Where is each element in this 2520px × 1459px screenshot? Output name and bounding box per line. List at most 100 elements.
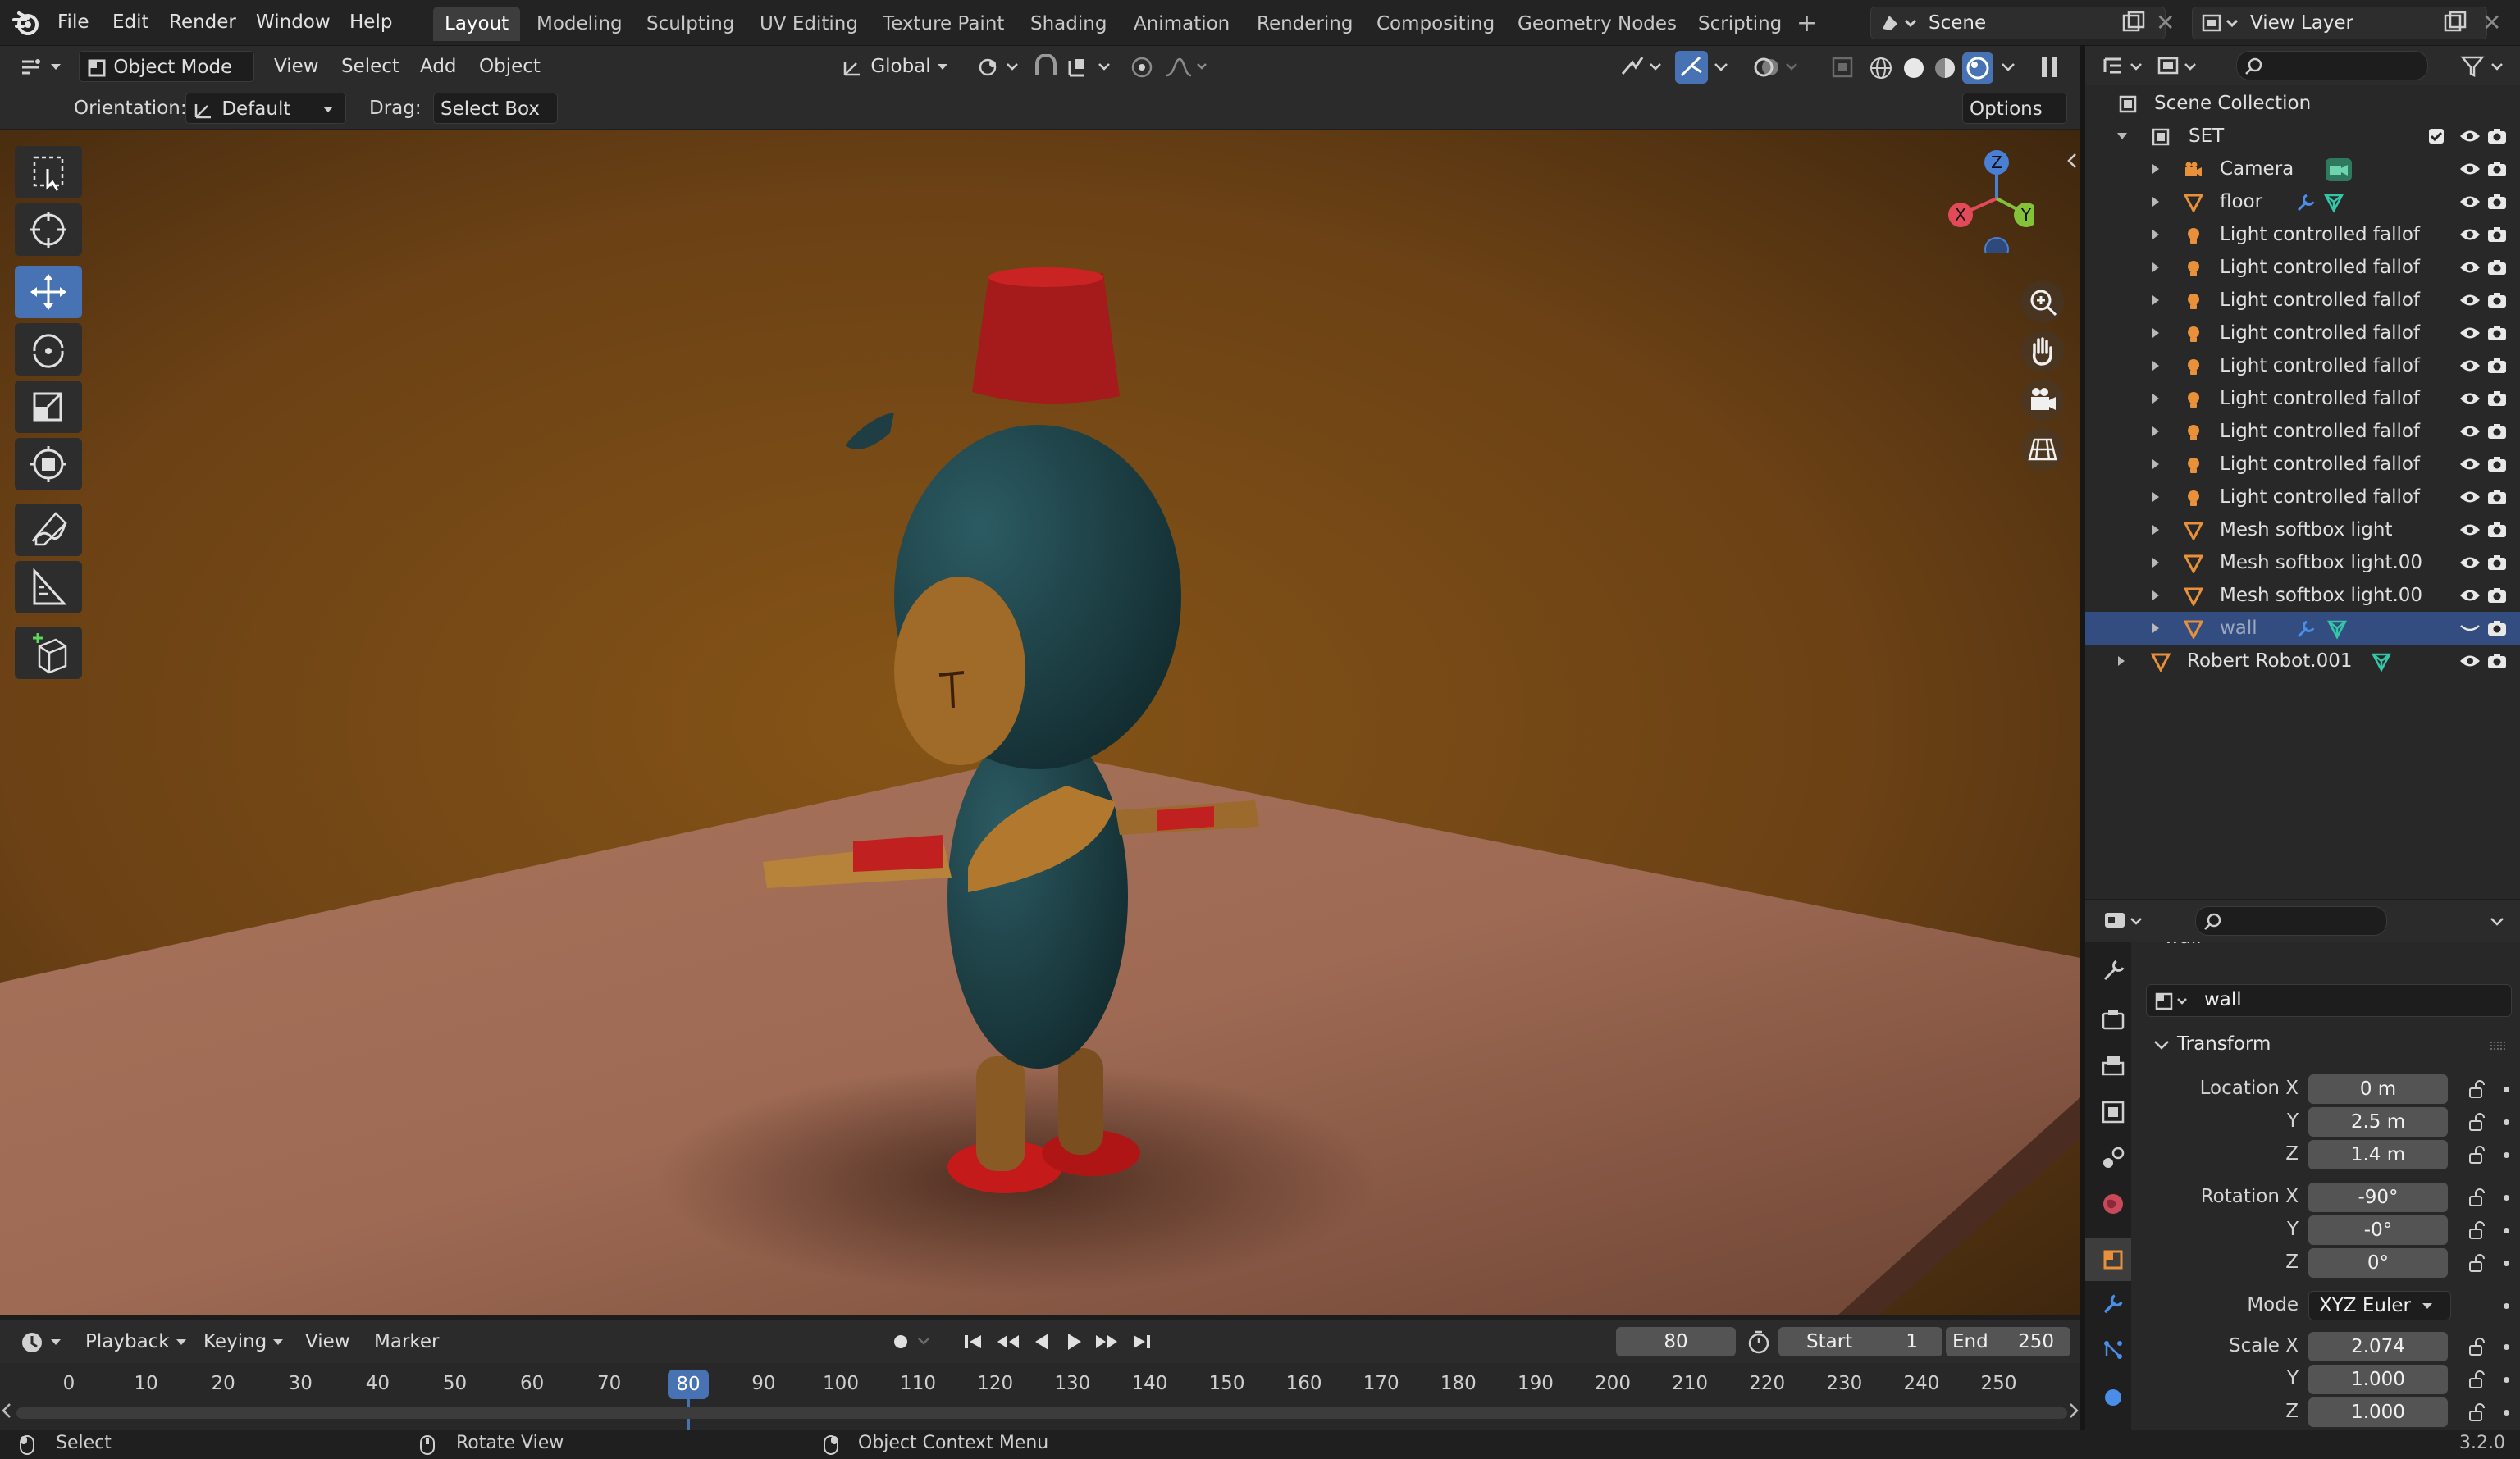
outliner-item[interactable]: Light controlled fallof <box>2085 415 2520 448</box>
world-tab-icon[interactable] <box>2098 1189 2128 1219</box>
orientation-dropdown[interactable]: Default <box>185 93 346 124</box>
drag-handle-icon[interactable] <box>2489 1040 2509 1051</box>
outliner-collection-set[interactable]: SET <box>2085 120 2520 153</box>
render-camera-icon[interactable] <box>2487 522 2507 538</box>
gizmo-toggle-button[interactable] <box>1675 51 1708 84</box>
keyframe-dot[interactable] <box>2504 1087 2509 1092</box>
visibility-eye-icon[interactable] <box>2459 194 2481 209</box>
menu-render[interactable]: Render <box>161 7 244 38</box>
location-y-field[interactable]: 2.5 m <box>2308 1107 2448 1137</box>
outliner-editor-type-icon[interactable] <box>2102 54 2148 79</box>
render-camera-icon[interactable] <box>2487 161 2507 177</box>
outliner-item[interactable]: wall <box>2085 612 2520 645</box>
tab-texture-paint[interactable]: Texture Paint <box>871 7 1016 41</box>
mesh-data-icon[interactable] <box>2323 192 2344 213</box>
render-camera-icon[interactable] <box>2487 653 2507 669</box>
select-box-tool-button[interactable] <box>15 146 82 198</box>
outliner-robot-row[interactable]: Robert Robot.001 <box>2085 645 2520 677</box>
outliner-item[interactable]: Light controlled fallof <box>2085 317 2520 349</box>
pivot-point-icon[interactable] <box>976 56 1022 79</box>
new-view-layer-icon[interactable] <box>2443 10 2468 34</box>
modifier-icon[interactable] <box>2295 618 2317 640</box>
visibility-eye-icon[interactable] <box>2459 326 2481 340</box>
rotation-y-field[interactable]: -0° <box>2308 1215 2448 1245</box>
transform-orientation-dropdown[interactable]: Global <box>835 51 963 82</box>
scale-x-field[interactable]: 2.074 <box>2308 1332 2448 1361</box>
zoom-button[interactable] <box>2021 280 2064 323</box>
render-camera-icon[interactable] <box>2487 325 2507 341</box>
timeline-area[interactable]: 0 10 20 30 40 50 60 70 80 90 100 110 120 130 140 150 160… <box>0 1363 2080 1430</box>
keyframe-dot[interactable] <box>2504 1261 2509 1266</box>
next-keyframe-icon[interactable] <box>1093 1329 1122 1355</box>
gizmo-dropdown-icon[interactable] <box>1711 57 1731 77</box>
3d-viewport[interactable]: Z X Y <box>0 130 2080 1315</box>
selectability-icon[interactable] <box>1618 54 1667 80</box>
stopwatch-icon[interactable] <box>1746 1329 1772 1355</box>
menu-object[interactable]: Object <box>472 51 547 82</box>
frame-start-field[interactable]: Start 1 <box>1778 1327 1942 1356</box>
visibility-eye-icon[interactable] <box>2459 391 2481 406</box>
rotation-x-field[interactable]: -90° <box>2308 1183 2448 1212</box>
render-camera-icon[interactable] <box>2487 554 2507 571</box>
tab-compositing[interactable]: Compositing <box>1365 7 1506 41</box>
timeline-scroll-left-icon[interactable] <box>0 1401 15 1420</box>
transform-panel-header[interactable]: Transform <box>2146 1028 2512 1063</box>
lock-icon[interactable] <box>2468 1370 2487 1389</box>
tab-layout[interactable]: Layout <box>433 7 521 41</box>
visibility-eye-icon[interactable] <box>2459 424 2481 439</box>
location-x-field[interactable]: 0 m <box>2308 1074 2448 1104</box>
frame-end-field[interactable]: End 250 <box>1946 1327 2070 1356</box>
shading-solid-icon[interactable] <box>1901 56 1926 80</box>
xray-icon[interactable] <box>1829 54 1857 80</box>
tab-shading[interactable]: Shading <box>1019 7 1118 41</box>
menu-view[interactable]: View <box>267 51 326 82</box>
camera-data-icon[interactable] <box>2325 157 2353 182</box>
keying-menu[interactable]: Keying <box>197 1326 290 1357</box>
tab-uv-editing[interactable]: UV Editing <box>748 7 870 41</box>
view-layer-tab-icon[interactable] <box>2098 1097 2128 1127</box>
proportional-editing-icon[interactable] <box>1129 54 1155 80</box>
scene-tab-icon[interactable] <box>2098 1143 2128 1173</box>
lock-icon[interactable] <box>2468 1402 2487 1422</box>
timeline-scroll-right-icon[interactable] <box>2066 1401 2080 1420</box>
playhead[interactable]: 80 <box>668 1370 709 1399</box>
particles-tab-icon[interactable] <box>2098 1335 2128 1365</box>
playback-menu[interactable]: Playback <box>79 1326 193 1357</box>
marker-menu[interactable]: Marker <box>368 1326 446 1357</box>
shading-dropdown-icon[interactable] <box>1998 57 2018 77</box>
exclude-checkbox-icon[interactable] <box>2428 128 2445 144</box>
lock-icon[interactable] <box>2468 1188 2487 1207</box>
render-camera-icon[interactable] <box>2487 358 2507 374</box>
outliner-item[interactable]: Mesh softbox light.00 <box>2085 579 2520 612</box>
sidebar-toggle-icon[interactable] <box>2066 151 2079 171</box>
navigation-gizmo[interactable]: Z X Y <box>1936 146 2034 253</box>
add-cube-tool-button[interactable] <box>15 627 82 679</box>
render-camera-icon[interactable] <box>2487 226 2507 243</box>
outliner-item[interactable]: Light controlled fallof <box>2085 251 2520 284</box>
menu-window[interactable]: Window <box>248 7 339 38</box>
add-workspace-icon[interactable]: + <box>1796 7 1817 41</box>
location-z-field[interactable]: 1.4 m <box>2308 1140 2448 1169</box>
lock-icon[interactable] <box>2468 1253 2487 1273</box>
render-camera-icon[interactable] <box>2487 456 2507 472</box>
tab-scripting[interactable]: Scripting <box>1687 7 1793 41</box>
outliner-scene-collection[interactable]: Scene Collection <box>2085 87 2520 120</box>
keyframe-dot[interactable] <box>2504 1377 2509 1383</box>
modifier-tab-icon[interactable] <box>2098 1289 2128 1319</box>
annotate-tool-button[interactable] <box>15 504 82 556</box>
modifier-icon[interactable] <box>2295 192 2317 213</box>
remove-scene-icon[interactable]: ✕ <box>2156 7 2175 39</box>
lock-icon[interactable] <box>2468 1112 2487 1132</box>
menu-add[interactable]: Add <box>413 51 463 82</box>
outliner-item[interactable]: Light controlled fallof <box>2085 284 2520 317</box>
mode-dropdown[interactable]: Object Mode <box>79 51 254 102</box>
blender-logo-icon[interactable] <box>11 8 41 38</box>
outliner-item[interactable]: Light controlled fallof <box>2085 349 2520 382</box>
scale-z-field[interactable]: 1.000 <box>2308 1397 2448 1427</box>
lock-icon[interactable] <box>2468 1337 2487 1356</box>
shading-material-icon[interactable] <box>1933 56 1957 80</box>
visibility-eye-icon[interactable] <box>2459 129 2481 144</box>
render-camera-icon[interactable] <box>2487 489 2507 505</box>
scale-tool-button[interactable] <box>15 381 82 433</box>
outliner-search-input[interactable] <box>2236 51 2428 80</box>
